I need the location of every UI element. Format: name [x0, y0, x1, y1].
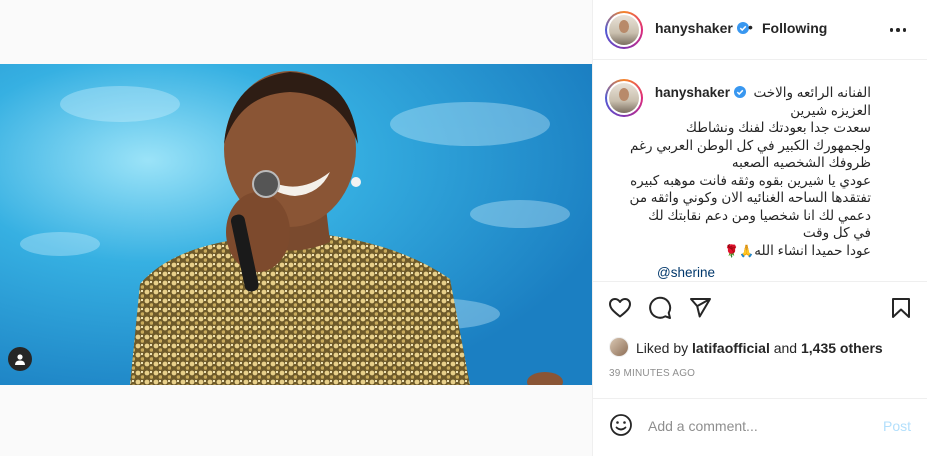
others-likes-link[interactable]: 1,435 others — [801, 340, 883, 356]
comment-input[interactable] — [648, 415, 868, 437]
liked-by-join: and — [773, 340, 798, 356]
author-username-link[interactable]: hanyshaker — [655, 20, 749, 36]
caption-line: ظروفك الشخصيه الصعبه — [731, 155, 871, 170]
header-separator: • — [748, 19, 753, 35]
caption-line: العزيزه شيرين — [790, 102, 871, 118]
more-options-icon[interactable] — [886, 18, 910, 42]
add-comment-bar: Post — [593, 398, 927, 456]
author-avatar[interactable] — [605, 11, 643, 49]
likes-text: Liked by latifaofficial and 1,435 others — [636, 340, 883, 356]
verified-badge-icon — [733, 86, 746, 98]
caption-section: الفنانه الرائعه والاخت hanyshaker العزيز… — [593, 61, 927, 281]
caption-line-text: الفنانه الرائعه والاخت — [753, 85, 871, 100]
media-area — [0, 0, 592, 456]
user-tag-icon[interactable] — [8, 347, 32, 371]
caption-line: في كل وقت — [802, 225, 871, 240]
post-side-panel: hanyshaker • Following الفنانه الرائعه و… — [592, 0, 927, 456]
caption-line: عودا حميدا انشاء الله🙏🌹 — [653, 242, 871, 261]
mention-link[interactable]: @sherine — [657, 265, 715, 280]
post-header: hanyshaker • Following — [593, 0, 927, 60]
caption-line: الفنانه الرائعه والاخت hanyshaker — [653, 84, 871, 102]
smiley-icon[interactable] — [609, 413, 633, 437]
caption-line: دعمي لك انا شخصيا ومن دعم نقابتك لك — [648, 207, 871, 223]
person-glyph — [15, 354, 25, 365]
action-bar — [593, 281, 927, 331]
comment-icon[interactable] — [648, 296, 672, 320]
post-photo[interactable] — [0, 64, 592, 385]
post-photo-illustration — [0, 64, 592, 385]
liked-by-prefix: Liked by — [636, 340, 689, 356]
caption-line: تفتقدها الساحه الغنائيه الان وكوني واثقه… — [629, 190, 871, 205]
caption-author-name[interactable]: hanyshaker — [655, 85, 730, 100]
bookmark-icon[interactable] — [889, 296, 913, 320]
caption-line: عودي يا شيرين بقوه وثقه فانت موهبه كبيره — [630, 172, 871, 188]
caption-emojis: 🙏🌹 — [724, 243, 755, 258]
heart-icon[interactable] — [608, 296, 632, 320]
caption-line: ولجمهورك الكبير في كل الوطن العربي رغم — [629, 137, 871, 153]
post-timestamp[interactable]: 39 MINUTES AGO — [609, 368, 695, 379]
caption-author-avatar[interactable] — [605, 79, 643, 117]
liker-username-link[interactable]: latifaofficial — [692, 340, 770, 356]
post-comment-button[interactable]: Post — [883, 418, 911, 434]
paper-plane-icon[interactable] — [688, 296, 712, 320]
likes-summary: Liked by latifaofficial and 1,435 others — [593, 333, 927, 361]
liker-avatar[interactable] — [609, 337, 629, 357]
caption-line: سعدت جدا بعودتك لفنك ونشاطك — [685, 120, 871, 135]
caption-text: الفنانه الرائعه والاخت hanyshaker العزيز… — [629, 84, 871, 261]
instagram-post-modal: hanyshaker • Following الفنانه الرائعه و… — [0, 0, 927, 456]
following-button[interactable]: Following — [762, 20, 827, 36]
caption-author-username[interactable]: hanyshaker — [655, 85, 746, 100]
caption-line-text: عودا حميدا انشاء الله — [754, 242, 871, 258]
author-username[interactable]: hanyshaker — [655, 20, 733, 36]
